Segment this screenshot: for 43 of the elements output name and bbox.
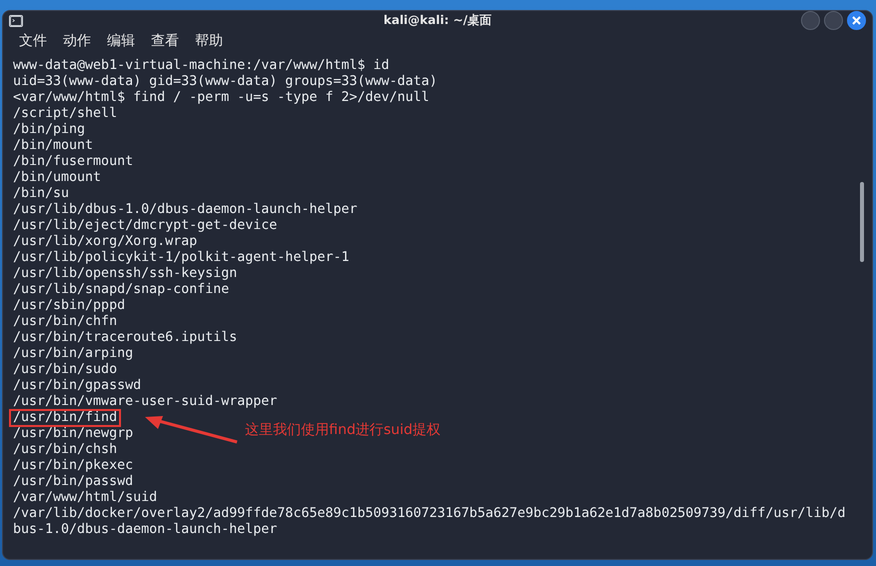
terminal-line: /usr/sbin/pppd (13, 298, 126, 314)
terminal-line: /usr/lib/snapd/snap-confine (13, 282, 230, 298)
terminal-icon (9, 14, 23, 26)
annotation-text: 这里我们使用find进行suid提权 (245, 422, 441, 438)
arrow-icon (143, 414, 239, 446)
menu-item[interactable]: 动作 (55, 32, 99, 50)
terminal-line: /bin/umount (13, 170, 102, 186)
window-title: kali@kali: ~/桌面 (383, 13, 492, 27)
terminal-line: /usr/bin/gpasswd (13, 378, 142, 394)
terminal-line: /bin/fusermount (13, 154, 134, 170)
terminal-line: /usr/bin/sudo (13, 362, 118, 378)
scrollbar[interactable] (860, 182, 864, 262)
terminal-line: <var/www/html$ find / -perm -u=s -type f 2>/dev/null (13, 90, 430, 106)
menu-item[interactable]: 编辑 (99, 32, 143, 50)
terminal-line: /usr/lib/dbus-1.0/dbus-daemon-launch-helper (13, 202, 358, 218)
terminal-line: /usr/bin/traceroute6.iputils (13, 330, 238, 346)
terminal-line: /usr/bin/arping (13, 346, 134, 362)
terminal-line: /bin/ping (13, 122, 86, 138)
terminal-line: /script/shell (13, 106, 118, 122)
menu-item[interactable]: 查看 (143, 32, 187, 50)
terminal-line: /var/lib/docker/overlay2/ad99ffde78c65e89c1b5093160723167b5a627e9bc29b1a62e1d7a8b02509739/diff/usr/lib/d (13, 506, 846, 522)
terminal-line: /var/www/html/suid (13, 490, 158, 506)
terminal-line: www-data@web1-virtual-machine:/var/www/html$ id (13, 58, 390, 74)
terminal-line: /bin/mount (13, 138, 94, 154)
highlighted-terminal-line: /usr/bin/find (10, 410, 120, 426)
terminal-line: /usr/bin/chsh (13, 442, 118, 458)
terminal-line: /usr/lib/policykit-1/polkit-agent-helper-1 (13, 250, 350, 266)
terminal-line: /usr/bin/passwd (13, 474, 134, 490)
close-button[interactable] (847, 11, 866, 30)
terminal-line: /usr/bin/vmware-user-suid-wrapper (13, 394, 278, 410)
terminal-line: bus-1.0/dbus-daemon-launch-helper (13, 522, 278, 538)
terminal-line: /usr/lib/xorg/Xorg.wrap (13, 234, 198, 250)
terminal-line: uid=33(www-data) gid=33(www-data) groups=33(www-data) (13, 74, 438, 90)
close-icon (852, 16, 861, 25)
terminal-line: /usr/bin/chfn (13, 314, 118, 330)
menu-item[interactable]: 帮助 (187, 32, 231, 50)
minimize-button[interactable] (801, 11, 820, 30)
terminal-line: /usr/bin/newgrp (13, 426, 134, 442)
menu-item[interactable]: 文件 (11, 32, 55, 50)
terminal-line: /usr/lib/eject/dmcrypt-get-device (13, 218, 278, 234)
terminal-line: /usr/lib/openssh/ssh-keysign (13, 266, 238, 282)
terminal-line: /bin/su (13, 186, 70, 202)
terminal-line: /usr/bin/pkexec (13, 458, 134, 474)
